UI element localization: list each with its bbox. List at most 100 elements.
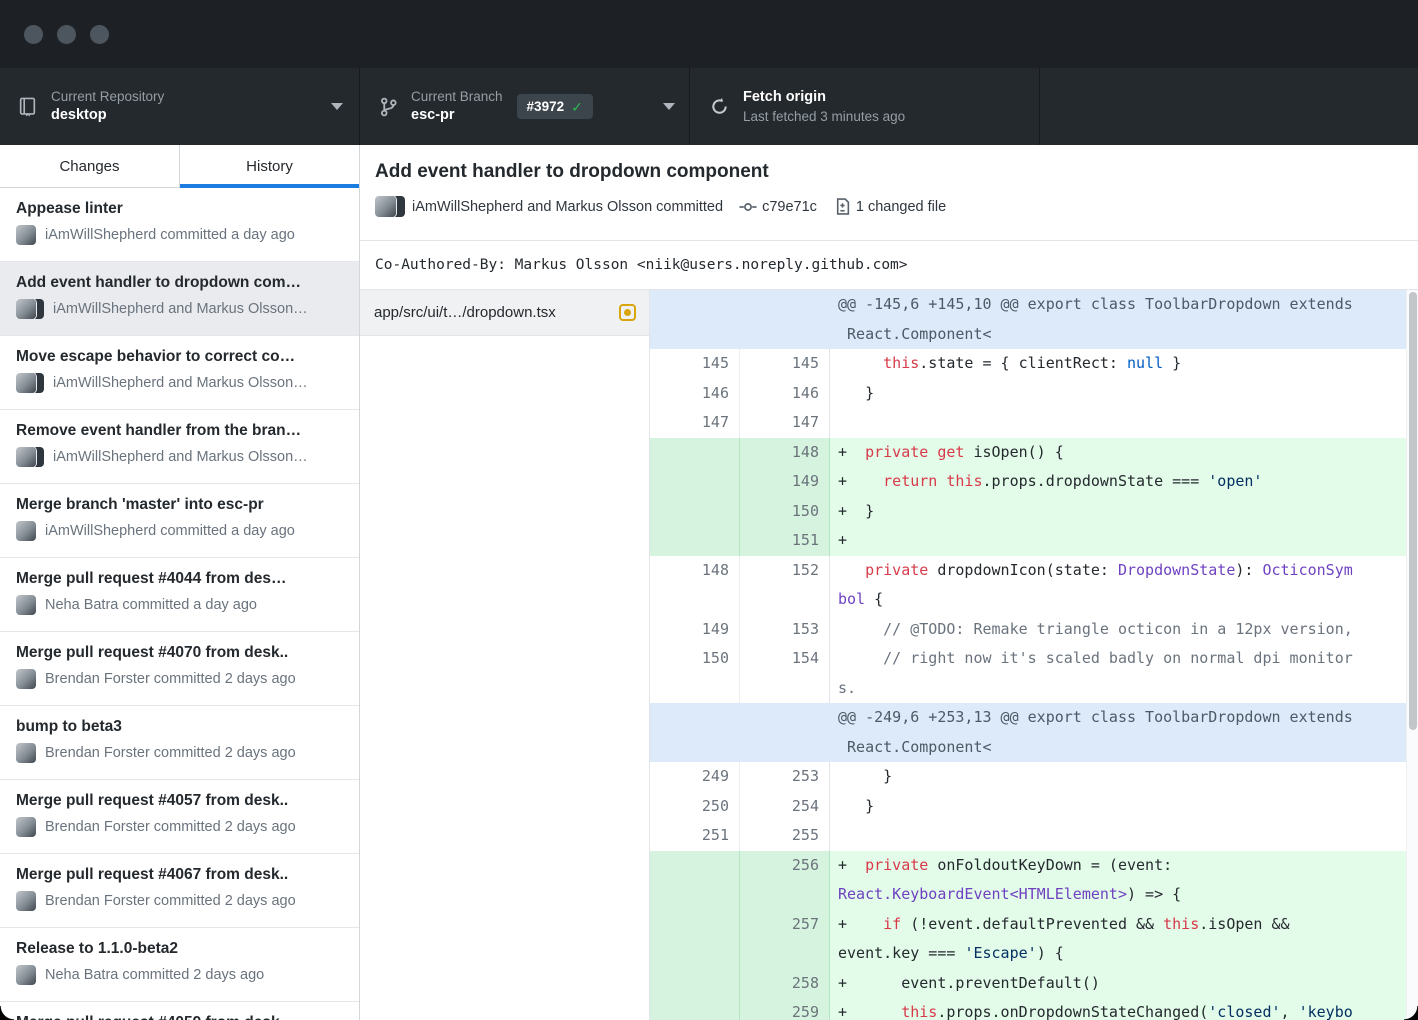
code-segment: ) => { xyxy=(1127,885,1181,903)
line-number-old xyxy=(650,497,740,527)
diff-row: 256+ private onFoldoutKeyDown = (event: … xyxy=(650,851,1418,910)
repository-name: desktop xyxy=(51,106,164,125)
toolbar-filler xyxy=(1040,68,1418,145)
diff-row: 259+ this.props.onDropdownStateChanged('… xyxy=(650,998,1418,1020)
code-segment: (!event.defaultPrevented && xyxy=(901,915,1163,933)
line-number-old: 150 xyxy=(650,644,740,703)
window-minimize-button[interactable] xyxy=(57,25,76,44)
avatar xyxy=(16,373,44,393)
code-line: this.state = { clientRect: null } xyxy=(830,349,1418,379)
commit-list-item[interactable]: Remove event handler from the bran…iAmWi… xyxy=(0,410,359,484)
avatar xyxy=(375,196,404,217)
commit-list-item[interactable]: Move escape behavior to correct co…iAmWi… xyxy=(0,336,359,410)
commit-item-meta: Neha Batra committed 2 days ago xyxy=(16,965,343,985)
commit-item-title: Merge pull request #4067 from desk.. xyxy=(16,865,343,885)
diff-scrollbar xyxy=(1406,290,1418,1020)
code-segment: private xyxy=(865,443,928,461)
avatar-image xyxy=(375,196,396,217)
code-line: @@ -249,6 +253,13 @@ export class Toolba… xyxy=(830,703,1418,762)
avatar xyxy=(16,447,44,467)
commit-list-item[interactable]: Release to 1.1.0-beta2Neha Batra committ… xyxy=(0,928,359,1002)
avatar-image xyxy=(16,595,36,615)
code-segment xyxy=(838,561,865,579)
file-modified-icon xyxy=(619,304,636,321)
code-segment: 'closed' xyxy=(1208,1003,1280,1020)
code-line: } xyxy=(830,379,1418,409)
avatar-image xyxy=(16,669,36,689)
code-segment: ): xyxy=(1235,561,1262,579)
code-segment: DropdownState xyxy=(1118,561,1235,579)
diff-scrollbar-thumb[interactable] xyxy=(1409,292,1417,730)
commit-list-item[interactable]: bump to beta3Brendan Forster committed 2… xyxy=(0,706,359,780)
titlebar xyxy=(0,0,1418,68)
commit-item-meta-text: iAmWillShepherd committed a day ago xyxy=(45,227,295,243)
toolbar: Current Repository desktop Current Branc… xyxy=(0,68,1418,145)
code-segment: + xyxy=(838,856,865,874)
line-number-old: 251 xyxy=(650,821,740,851)
line-number-new: 254 xyxy=(740,792,830,822)
line-number-old: 146 xyxy=(650,379,740,409)
commit-item-meta: Neha Batra committed a day ago xyxy=(16,595,343,615)
avatar-image xyxy=(16,225,36,245)
code-line: + private get isOpen() { xyxy=(830,438,1418,468)
branch-name: esc-pr xyxy=(411,106,503,125)
file-list-item[interactable]: app/src/ui/t…/dropdown.tsx xyxy=(360,290,649,336)
commit-item-title: Merge pull request #4044 from des… xyxy=(16,569,343,589)
commit-title: Add event handler to dropdown component xyxy=(375,159,1402,184)
line-number-old xyxy=(650,467,740,497)
code-segment: + xyxy=(838,915,883,933)
commit-list-item[interactable]: Merge branch 'master' into esc-priAmWill… xyxy=(0,484,359,558)
diff-row: 146146 } xyxy=(650,379,1418,409)
code-segment: .props.onDropdownStateChanged( xyxy=(937,1003,1208,1020)
window-zoom-button[interactable] xyxy=(90,25,109,44)
code-segment: + event.preventDefault() xyxy=(838,974,1100,992)
avatar-image xyxy=(16,743,36,763)
avatar-image xyxy=(16,299,36,319)
code-segment: this xyxy=(883,354,919,372)
commit-list-item[interactable]: Appease linteriAmWillShepherd committed … xyxy=(0,188,359,262)
line-number-old xyxy=(650,703,740,762)
commit-list-item[interactable]: Add event handler to dropdown com…iAmWil… xyxy=(0,262,359,336)
commit-list-item[interactable]: Merge pull request #4044 from des… Neha B… xyxy=(0,558,359,632)
fetch-title: Fetch origin xyxy=(743,88,905,107)
diff-row: 150+ } xyxy=(650,497,1418,527)
line-number-old xyxy=(650,290,740,349)
diff-row: @@ -145,6 +145,10 @@ export class Toolba… xyxy=(650,290,1418,349)
code-segment: return xyxy=(883,472,937,490)
code-line: // right now it's scaled badly on normal… xyxy=(830,644,1418,703)
commit-sha[interactable]: c79e71c xyxy=(762,199,817,215)
avatar-image xyxy=(16,817,36,837)
code-segment: + xyxy=(838,443,865,461)
commit-item-title: Merge pull request #4070 from desk.. xyxy=(16,643,343,663)
commit-description: Co-Authored-By: Markus Olsson <niik@user… xyxy=(360,240,1418,290)
diff-content: app/src/ui/t…/dropdown.tsx @@ -145,6 +14… xyxy=(360,290,1418,1020)
code-line: + this.props.onDropdownStateChanged('clo… xyxy=(830,998,1418,1020)
commit-list-item[interactable]: Merge pull request #4070 from desk..Bren… xyxy=(0,632,359,706)
chevron-down-icon xyxy=(663,103,675,110)
commit-authors: iAmWillShepherd and Markus Olsson commit… xyxy=(412,199,723,215)
avatar xyxy=(16,521,36,541)
code-line: + if (!event.defaultPrevented && this.is… xyxy=(830,910,1418,969)
commit-item-meta-text: Brendan Forster committed 2 days ago xyxy=(45,745,296,761)
branch-picker[interactable]: Current Branch esc-pr #3972 ✓ xyxy=(360,68,690,145)
line-number-new xyxy=(740,703,830,762)
tab-history[interactable]: History xyxy=(179,145,359,187)
diff-row: 149153 // @TODO: Remake triangle octicon… xyxy=(650,615,1418,645)
line-number-new: 150 xyxy=(740,497,830,527)
commit-list-item[interactable]: Merge pull request #4067 from desk..Bren… xyxy=(0,854,359,928)
commit-list-item[interactable]: Merge pull request #4057 from desk..Bren… xyxy=(0,780,359,854)
avatar-image xyxy=(16,447,36,467)
commit-list-item[interactable]: Merge pull request #4059 from desk.. xyxy=(0,1002,359,1020)
tab-changes[interactable]: Changes xyxy=(0,145,179,187)
fetch-origin-button[interactable]: Fetch origin Last fetched 3 minutes ago xyxy=(690,68,1040,145)
code-segment: isOpen() { xyxy=(964,443,1063,461)
code-segment: 'open' xyxy=(1208,472,1262,490)
line-number-new: 256 xyxy=(740,851,830,910)
diff-row: 257+ if (!event.defaultPrevented && this… xyxy=(650,910,1418,969)
code-segment: @@ -145,6 +145,10 @@ export class Toolba… xyxy=(838,295,1353,343)
diff-viewer: @@ -145,6 +145,10 @@ export class Toolba… xyxy=(650,290,1418,1020)
repository-picker[interactable]: Current Repository desktop xyxy=(0,68,360,145)
line-number-new: 154 xyxy=(740,644,830,703)
avatar xyxy=(16,669,36,689)
window-close-button[interactable] xyxy=(24,25,43,44)
